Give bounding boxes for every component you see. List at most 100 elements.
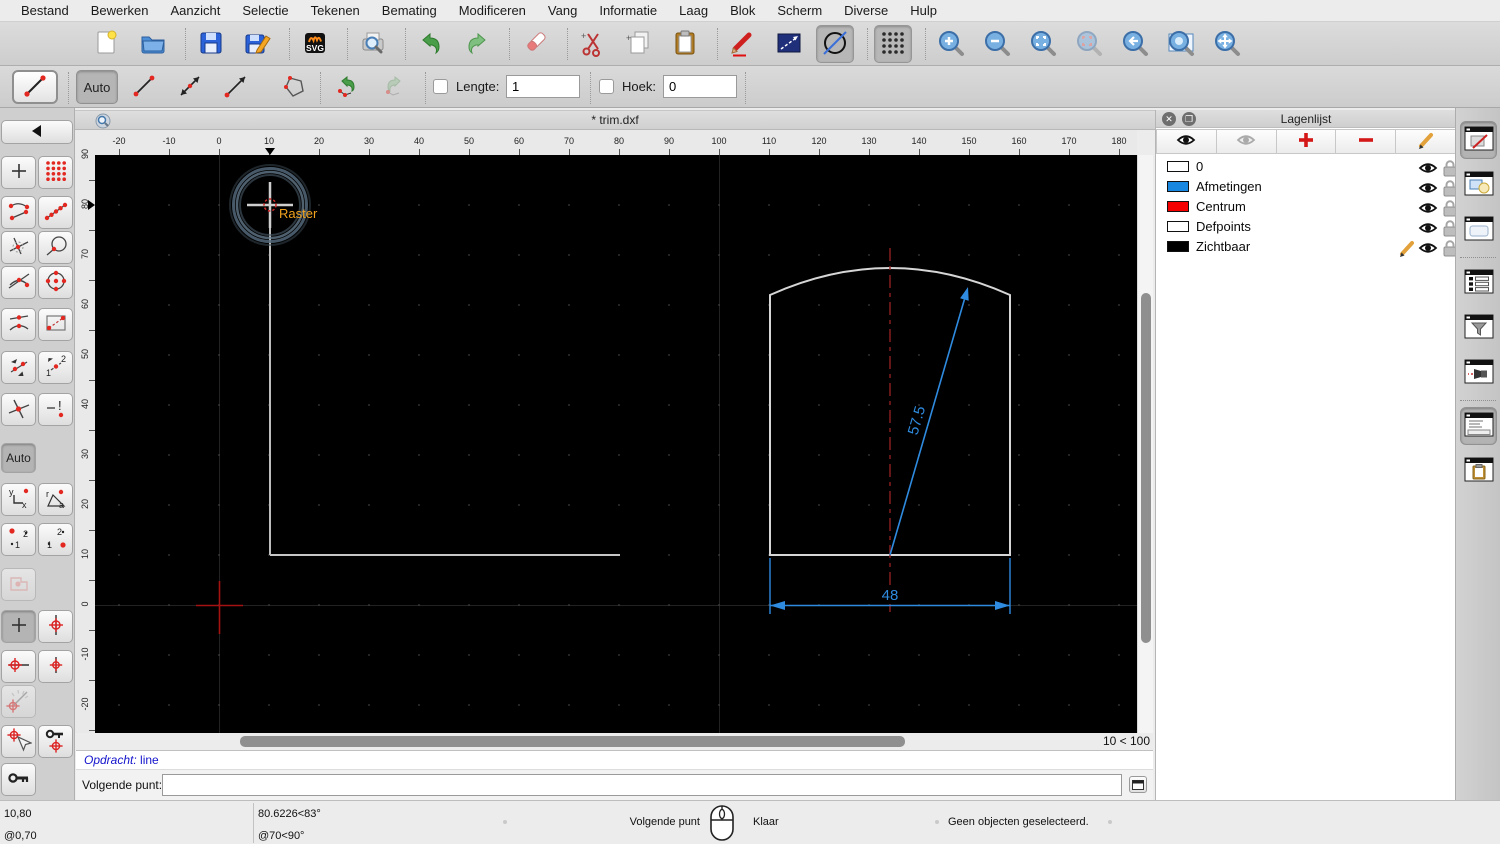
paste-button[interactable] [666,25,704,63]
set-relative-zero-button[interactable] [1,763,36,796]
grid-toggle-button[interactable] [874,25,912,63]
corner-point-2-button[interactable]: 12 [38,523,73,556]
zoom-out-button[interactable] [978,25,1016,63]
snap-cursor-button[interactable] [1,725,36,758]
delete-button[interactable] [516,25,554,63]
draw-pen-button[interactable] [724,25,762,63]
vertical-scrollbar-thumb[interactable] [1141,293,1151,643]
snap-center-button[interactable] [38,266,73,299]
snap-free-button[interactable] [1,156,36,189]
snap-tangent-button[interactable] [1,266,36,299]
print-preview-button[interactable] [354,25,392,63]
property-list-dock-button[interactable] [1460,264,1497,302]
layer-row[interactable]: Defpoints [1156,217,1456,237]
length-checkbox[interactable] [433,79,448,94]
menu-selectie[interactable]: Selectie [231,0,299,22]
snap-entity-button[interactable] [38,231,73,264]
new-file-button[interactable] [88,25,126,63]
menu-laag[interactable]: Laag [668,0,719,22]
layer-row[interactable]: 0 [1156,157,1456,177]
undo-button[interactable] [412,25,450,63]
library-browser-dock-button[interactable] [1460,211,1497,249]
save-as-button[interactable] [238,25,276,63]
zoom-in-button[interactable] [932,25,970,63]
menu-tekenen[interactable]: Tekenen [300,0,371,22]
command-detach-button[interactable] [1129,776,1147,793]
layer-row[interactable]: Afmetingen [1156,177,1456,197]
crosshair-vertical-button[interactable] [38,610,73,643]
lock-relative-zero-button[interactable] [38,725,73,758]
add-layer-button[interactable] [1277,129,1337,154]
menu-scherm[interactable]: Scherm [766,0,833,22]
snap-distance-button[interactable] [38,308,73,341]
line-points-button[interactable] [122,70,166,104]
menu-bestand[interactable]: Bestand [10,0,80,22]
redo-button[interactable] [458,25,496,63]
clipboard-dock-button[interactable] [1460,452,1497,490]
menu-blok[interactable]: Blok [719,0,766,22]
undo-sequence-button[interactable] [326,70,370,104]
trim-tool-button[interactable] [816,25,854,63]
drawn-polyline[interactable] [270,205,620,555]
crosshair-free-button[interactable] [1,610,36,643]
layer-row[interactable]: Zichtbaar [1156,237,1456,257]
snap-auto-button[interactable]: Auto [1,443,36,473]
line-directed-button[interactable] [214,70,258,104]
snap-on-entity-button[interactable] [38,196,73,229]
show-all-layers-button[interactable] [1156,129,1217,154]
save-button[interactable] [192,25,230,63]
open-file-button[interactable] [134,25,172,63]
crosshair-horizontal-button[interactable] [1,650,36,683]
dimension-diagonal[interactable] [890,287,969,555]
command-line-dock-button[interactable] [1460,407,1497,445]
menu-vang[interactable]: Vang [537,0,588,22]
layer-visibility-icon[interactable] [1418,239,1438,260]
angle-input[interactable] [663,75,737,98]
menu-bemating[interactable]: Bemating [371,0,448,22]
snap-back-button[interactable] [1,120,73,144]
snap-grid-button[interactable] [38,156,73,189]
coordinate-polar-button[interactable]: ra [38,483,73,516]
vertical-scrollbar[interactable] [1137,155,1153,733]
line-box-button[interactable] [770,25,808,63]
polyline-tool-button[interactable] [272,70,316,104]
snap-intersection-manual-button[interactable] [1,231,36,264]
menu-bewerken[interactable]: Bewerken [80,0,160,22]
layer-row[interactable]: Centrum [1156,197,1456,217]
command-input[interactable] [162,774,1122,796]
menu-modificeren[interactable]: Modificeren [448,0,537,22]
snap-intersection-button[interactable] [1,393,36,426]
tool-line-segment-button[interactable] [12,70,58,104]
zoom-pan-button[interactable] [1208,25,1246,63]
horizontal-scrollbar-thumb[interactable] [240,736,905,747]
corner-point-1-button[interactable]: 12 [1,523,36,556]
menu-aanzicht[interactable]: Aanzicht [160,0,232,22]
layer-edit-icon[interactable] [1398,239,1416,260]
drawing-canvas[interactable]: Raster 57.5 48 [95,155,1137,733]
menu-informatie[interactable]: Informatie [588,0,668,22]
remove-layer-button[interactable] [1336,129,1396,154]
angle-checkbox[interactable] [599,79,614,94]
view-light-dock-button[interactable] [1460,354,1497,392]
restrict-one-two-button[interactable]: 12 [38,351,73,384]
coordinate-cartesian-button[interactable]: yx [1,483,36,516]
zoom-auto-button[interactable] [1024,25,1062,63]
edit-layer-button[interactable] [1396,129,1456,154]
layer-list-dock-button[interactable] [1460,121,1497,159]
snap-middle-button[interactable] [1,308,36,341]
snap-endpoints-button[interactable] [1,196,36,229]
line-bidirectional-button[interactable] [168,70,212,104]
horizontal-scrollbar[interactable]: 10 < 100 [75,733,1155,750]
hide-all-layers-button[interactable] [1217,129,1277,154]
menu-hulp[interactable]: Hulp [899,0,948,22]
export-svg-button[interactable]: SVG [296,25,334,63]
cut-button[interactable]: + [574,25,612,63]
menu-diverse[interactable]: Diverse [833,0,899,22]
snap-nothing-button[interactable]: ! [38,393,73,426]
crosshair-small-button[interactable] [38,650,73,683]
selection-filter-dock-button[interactable] [1460,309,1497,347]
line-auto-button[interactable]: Auto [76,70,118,104]
length-input[interactable] [506,75,580,98]
restrict-angle-button[interactable] [1,351,36,384]
zoom-window-button[interactable] [1162,25,1200,63]
